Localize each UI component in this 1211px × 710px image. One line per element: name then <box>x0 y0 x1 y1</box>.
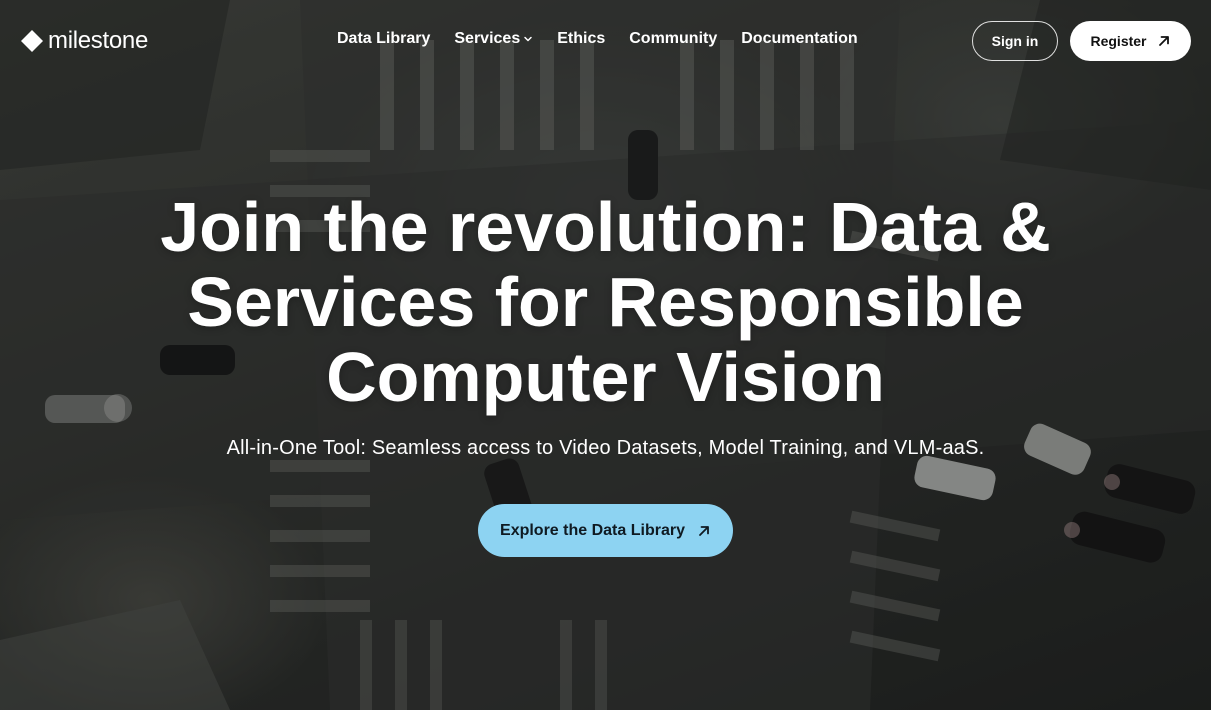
arrow-up-right-icon <box>1158 36 1169 46</box>
sign-in-label: Sign in <box>991 33 1039 49</box>
nav-item-documentation[interactable]: Documentation <box>741 30 857 48</box>
explore-data-library-label: Explore the Data Library <box>500 521 685 539</box>
brand-name: milestone <box>48 27 149 54</box>
register-label: Register <box>1090 33 1147 49</box>
sign-in-button[interactable]: Sign in <box>972 21 1058 61</box>
chevron-down-icon <box>524 36 532 42</box>
brand-logo[interactable]: milestone <box>20 27 148 55</box>
nav-item-ethics[interactable]: Ethics <box>557 30 605 48</box>
hero-section: milestone Data Library Services Ethics C… <box>0 0 1211 710</box>
top-navigation: milestone Data Library Services Ethics C… <box>0 0 1211 82</box>
explore-data-library-button[interactable]: Explore the Data Library <box>478 504 733 557</box>
arrow-up-right-icon <box>699 525 709 536</box>
hero-headline-line-2: Services for Responsible <box>187 263 1024 341</box>
nav-item-services-label: Services <box>454 30 521 47</box>
main-menu: Data Library Services Ethics Community D… <box>337 30 858 48</box>
register-button[interactable]: Register <box>1070 21 1191 61</box>
nav-item-services[interactable]: Services <box>454 30 533 48</box>
hero-headline-line-3: Computer Vision <box>326 338 885 416</box>
hero-headline-line-1: Join the revolution: Data & <box>160 188 1051 266</box>
hero-headline: Join the revolution: Data & Services for… <box>100 190 1111 415</box>
nav-item-community[interactable]: Community <box>629 30 717 48</box>
diamond-logo-icon <box>21 30 43 52</box>
nav-item-data-library[interactable]: Data Library <box>337 30 430 48</box>
hero-subtitle: All-in-One Tool: Seamless access to Vide… <box>226 437 985 459</box>
